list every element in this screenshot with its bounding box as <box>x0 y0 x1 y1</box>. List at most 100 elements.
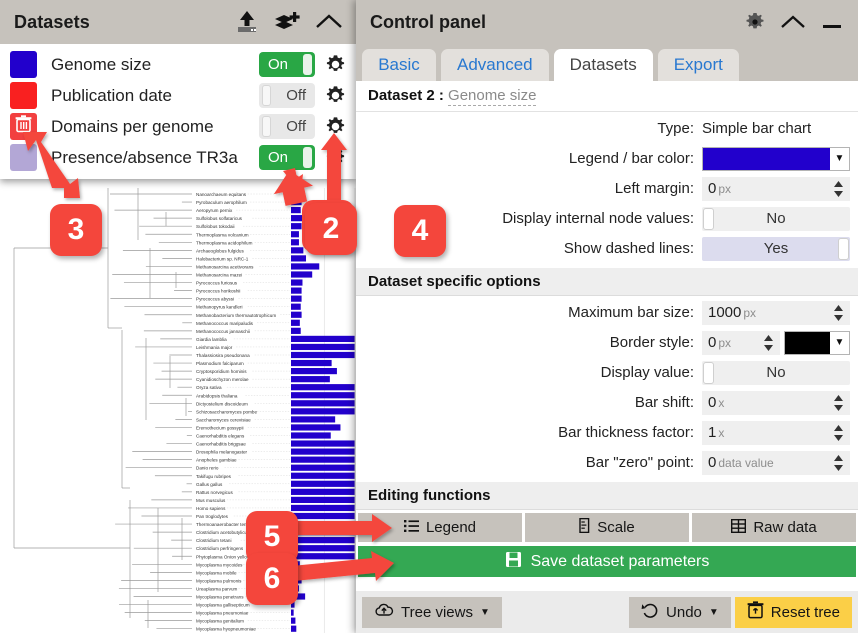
save-button-label: Save dataset parameters <box>531 553 710 571</box>
field-value: 1000 <box>708 304 741 321</box>
annotation-badge-3: 3 <box>50 204 102 256</box>
gear-icon[interactable] <box>322 116 348 137</box>
editing-button-label: Legend <box>426 519 476 536</box>
spinner-arrows-icon[interactable] <box>833 424 844 442</box>
svg-text:Drosophila melanogaster: Drosophila melanogaster <box>196 450 248 455</box>
color-picker-border[interactable]: ▼ <box>784 331 850 355</box>
number-input-bar-shift[interactable]: 0x <box>702 391 850 415</box>
control-panel-bottom-bar: Tree views▼Undo▼Reset tree <box>356 591 858 633</box>
add-layers-icon[interactable] <box>273 10 301 34</box>
number-input-maximum-bar-size[interactable]: 1000px <box>702 301 850 325</box>
dataset-row[interactable]: Publication dateOff <box>0 80 356 111</box>
field-row-display-value: Display value:No <box>356 359 850 386</box>
dataset-name-value[interactable]: Genome size <box>448 87 536 106</box>
number-input-bar-zero-point[interactable]: 0data value <box>702 451 850 475</box>
collapse-chevron-up-icon[interactable] <box>779 12 807 32</box>
list-icon <box>404 519 419 537</box>
tab-export[interactable]: Export <box>658 49 739 81</box>
svg-text:Pyrococcus furiosus: Pyrococcus furiosus <box>196 281 238 286</box>
gear-icon[interactable] <box>322 54 348 75</box>
color-picker-legend-bar-color[interactable]: ▼ <box>702 147 850 171</box>
field-label-show-dashed-lines: Show dashed lines: <box>564 240 702 257</box>
bottom-button-undo[interactable]: Undo▼ <box>629 597 731 628</box>
spinner-arrows-icon[interactable] <box>833 394 844 412</box>
tab-basic[interactable]: Basic <box>362 49 436 81</box>
chevron-down-icon[interactable]: ▼ <box>709 607 719 618</box>
spinner-arrows-icon[interactable] <box>763 334 774 352</box>
svg-text:Oryza sativa: Oryza sativa <box>196 385 222 390</box>
toggle-label: Yes <box>764 240 788 257</box>
svg-text:Leishmania major: Leishmania major <box>196 345 233 350</box>
dataset-color-swatch[interactable] <box>10 113 37 140</box>
dataset-visibility-toggle[interactable]: On <box>259 145 315 170</box>
svg-text:Caenorhabditis elegans: Caenorhabditis elegans <box>196 434 245 439</box>
color-swatch <box>785 332 830 354</box>
trash-icon[interactable] <box>15 115 32 138</box>
yesno-toggle-show-dashed-lines[interactable]: Yes <box>702 237 850 261</box>
spinner-arrows-icon[interactable] <box>833 454 844 472</box>
chevron-down-icon[interactable]: ▼ <box>830 332 849 354</box>
field-value-type: Simple bar chart <box>702 120 850 137</box>
editing-button-raw-data[interactable]: Raw data <box>692 513 856 542</box>
toggle-knob <box>262 116 271 137</box>
phylogenetic-tree[interactable]: Nanoarchaeum equitansPyrobaculum aerophi… <box>0 188 356 633</box>
chevron-down-icon[interactable]: ▼ <box>830 148 849 170</box>
svg-text:Mycoplasma mycoides: Mycoplasma mycoides <box>196 562 243 567</box>
field-row-maximum-bar-size: Maximum bar size:1000px <box>356 299 850 326</box>
number-input-bar-thickness-factor[interactable]: 1x <box>702 421 850 445</box>
svg-text:Arabidopsis thaliana: Arabidopsis thaliana <box>196 393 238 398</box>
gear-icon[interactable] <box>744 11 766 33</box>
spinner-arrows-icon[interactable] <box>833 304 844 322</box>
minimize-icon[interactable] <box>820 12 844 32</box>
dataset-color-swatch[interactable] <box>10 51 37 78</box>
toggle-knob <box>703 362 714 384</box>
bottom-button-reset-tree[interactable]: Reset tree <box>735 597 852 628</box>
svg-text:Caenorhabditis briggsae: Caenorhabditis briggsae <box>196 442 246 447</box>
gear-icon[interactable] <box>322 85 348 106</box>
dataset-visibility-toggle[interactable]: Off <box>259 114 315 139</box>
svg-text:Mycoplasma pneumoniae: Mycoplasma pneumoniae <box>196 611 249 616</box>
dataset-visibility-toggle[interactable]: On <box>259 52 315 77</box>
editing-button-label: Scale <box>597 519 635 536</box>
chevron-down-icon[interactable]: ▼ <box>480 607 490 618</box>
svg-text:Cyanidioschyzon merolae: Cyanidioschyzon merolae <box>196 377 249 382</box>
control-panel-title: Control panel <box>370 12 744 33</box>
bottom-button-tree-views[interactable]: Tree views ▼ <box>362 597 502 628</box>
field-label-left-margin: Left margin: <box>615 180 702 197</box>
dataset-visibility-toggle[interactable]: Off <box>259 83 315 108</box>
yesno-toggle-display-value[interactable]: No <box>702 361 850 385</box>
gear-icon[interactable] <box>322 147 348 168</box>
yesno-toggle-display-internal-node-values[interactable]: No <box>702 207 850 231</box>
field-label-border-style: Border style: <box>610 334 702 351</box>
svg-text:Homo sapiens: Homo sapiens <box>196 506 226 511</box>
color-swatch <box>703 148 830 170</box>
save-dataset-parameters-button[interactable]: Save dataset parameters <box>358 546 856 577</box>
dataset-color-swatch[interactable] <box>10 144 37 171</box>
dataset-toggle-label: Off <box>286 118 306 135</box>
spinner-arrows-icon[interactable] <box>833 180 844 198</box>
svg-text:Archaeoglobus fulgidus: Archaeoglobus fulgidus <box>196 248 244 253</box>
svg-text:Pan troglodytes: Pan troglodytes <box>196 514 229 519</box>
dataset-row[interactable]: Domains per genomeOff <box>0 111 356 142</box>
editing-button-scale[interactable]: Scale <box>525 513 689 542</box>
dataset-toggle-label: Off <box>286 87 306 104</box>
dataset-color-swatch[interactable] <box>10 82 37 109</box>
tab-advanced[interactable]: Advanced <box>441 49 549 81</box>
dataset-row[interactable]: Genome sizeOn <box>0 49 356 80</box>
annotation-badge-4: 4 <box>394 205 446 257</box>
svg-text:Saccharomyces cerevisiae: Saccharomyces cerevisiae <box>196 417 251 422</box>
number-input-border-style[interactable]: 0px <box>702 331 780 355</box>
bottom-button-label: Tree views <box>401 604 473 621</box>
upload-icon[interactable] <box>234 10 260 34</box>
editing-functions-buttons: Legend Scale Raw data <box>356 510 858 542</box>
field-row-bar-shift: Bar shift:0x <box>356 389 850 416</box>
svg-text:Mycoplasma genitalium: Mycoplasma genitalium <box>196 619 244 624</box>
collapse-chevron-up-icon[interactable] <box>314 11 344 33</box>
svg-text:Sulfolobus solfataricus: Sulfolobus solfataricus <box>196 216 243 221</box>
tab-datasets[interactable]: Datasets <box>554 49 653 81</box>
number-input-left-margin[interactable]: 0px <box>702 177 850 201</box>
dataset-row[interactable]: Presence/absence TR3aOn <box>0 142 356 173</box>
field-label-bar-thickness-factor: Bar thickness factor: <box>558 424 702 441</box>
editing-button-legend[interactable]: Legend <box>358 513 522 542</box>
field-row-bar-thickness-factor: Bar thickness factor:1x <box>356 419 850 446</box>
